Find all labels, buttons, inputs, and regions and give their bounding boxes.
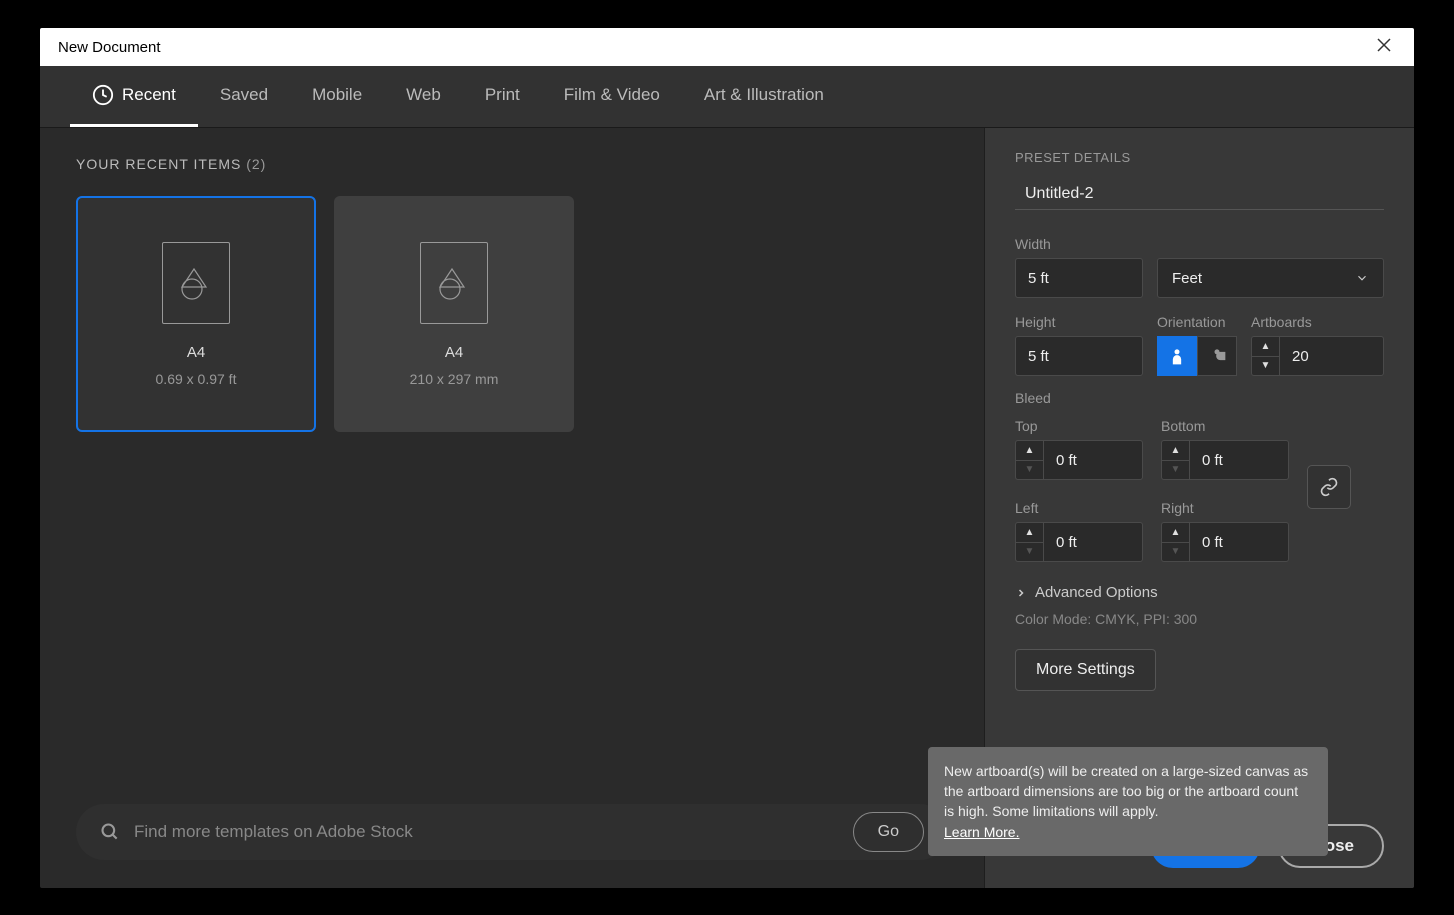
left-pane: YOUR RECENT ITEMS (2) A4 0.69 x 0.97 ft …: [40, 128, 984, 888]
close-icon[interactable]: [1372, 33, 1396, 62]
tab-recent[interactable]: Recent: [70, 66, 198, 127]
orientation-portrait-button[interactable]: [1157, 336, 1197, 376]
bleed-bottom-label: Bottom: [1161, 418, 1289, 434]
document-name-input[interactable]: [1015, 179, 1384, 210]
units-value: Feet: [1172, 270, 1202, 287]
template-search[interactable]: Find more templates on Adobe Stock Go: [76, 804, 948, 860]
window-title: New Document: [58, 39, 161, 56]
tab-mobile[interactable]: Mobile: [290, 66, 384, 127]
bleed-right-label: Right: [1161, 500, 1289, 516]
document-icon: [162, 242, 230, 324]
go-label: Go: [878, 823, 899, 841]
bleed-top-label: Top: [1015, 418, 1143, 434]
chevron-right-icon: [1015, 587, 1027, 599]
color-mode-info: Color Mode: CMYK, PPI: 300: [1015, 611, 1384, 627]
more-settings-button[interactable]: More Settings: [1015, 649, 1156, 691]
stepper-up-icon[interactable]: ▲: [1252, 337, 1279, 357]
preset-name: A4: [445, 344, 463, 361]
tab-art-illustration[interactable]: Art & Illustration: [682, 66, 846, 127]
advanced-label: Advanced Options: [1035, 584, 1158, 601]
artboards-input[interactable]: 20: [1279, 336, 1384, 376]
stepper-down-icon: ▼: [1162, 461, 1189, 480]
bleed-top-input[interactable]: ▲▼0 ft: [1015, 440, 1143, 480]
advanced-options-toggle[interactable]: Advanced Options: [1015, 584, 1384, 601]
width-label: Width: [1015, 236, 1384, 252]
link-icon: [1319, 477, 1339, 497]
tab-saved[interactable]: Saved: [198, 66, 290, 127]
width-input[interactable]: 5 ft: [1015, 258, 1143, 298]
tab-label: Recent: [122, 85, 176, 105]
recent-count: (2): [246, 156, 266, 172]
stepper-down-icon: ▼: [1016, 543, 1043, 562]
units-select[interactable]: Feet: [1157, 258, 1384, 298]
stepper-down-icon: ▼: [1162, 543, 1189, 562]
orientation-label: Orientation: [1157, 314, 1237, 330]
go-button[interactable]: Go: [853, 812, 924, 852]
stepper-up-icon[interactable]: ▲: [1016, 441, 1043, 461]
height-label: Height: [1015, 314, 1143, 330]
preset-card[interactable]: A4 210 x 297 mm: [334, 196, 574, 432]
tab-film-video[interactable]: Film & Video: [542, 66, 682, 127]
bleed-left-input[interactable]: ▲▼0 ft: [1015, 522, 1143, 562]
stepper-up-icon[interactable]: ▲: [1162, 523, 1189, 543]
recent-title-text: YOUR RECENT ITEMS: [76, 156, 241, 172]
tab-label: Mobile: [312, 85, 362, 105]
preset-grid: A4 0.69 x 0.97 ft A4 210 x 297 mm: [76, 196, 948, 432]
details-heading: PRESET DETAILS: [1015, 150, 1384, 165]
link-bleed-button[interactable]: [1307, 465, 1351, 509]
artboards-label: Artboards: [1251, 314, 1384, 330]
tab-web[interactable]: Web: [384, 66, 463, 127]
chevron-down-icon: [1355, 271, 1369, 285]
tab-label: Web: [406, 85, 441, 105]
search-placeholder: Find more templates on Adobe Stock: [134, 822, 413, 842]
bleed-label: Bleed: [1015, 390, 1384, 406]
learn-more-link[interactable]: Learn More.: [944, 824, 1019, 840]
bleed-bottom-input[interactable]: ▲▼0 ft: [1161, 440, 1289, 480]
preset-dimensions: 210 x 297 mm: [410, 371, 499, 387]
stepper-up-icon[interactable]: ▲: [1162, 441, 1189, 461]
preset-dimensions: 0.69 x 0.97 ft: [156, 371, 237, 387]
orientation-landscape-button[interactable]: [1197, 336, 1237, 376]
titlebar: New Document: [40, 28, 1414, 66]
document-icon: [420, 242, 488, 324]
tab-label: Film & Video: [564, 85, 660, 105]
tooltip-text: New artboard(s) will be created on a lar…: [944, 763, 1308, 820]
artboards-stepper[interactable]: ▲▼ 20: [1251, 336, 1384, 376]
recent-heading: YOUR RECENT ITEMS (2): [76, 156, 948, 172]
bleed-left-label: Left: [1015, 500, 1143, 516]
warning-tooltip: New artboard(s) will be created on a lar…: [928, 747, 1328, 856]
category-tabs: Recent Saved Mobile Web Print Film & Vid…: [40, 66, 1414, 128]
tab-label: Saved: [220, 85, 268, 105]
preset-card[interactable]: A4 0.69 x 0.97 ft: [76, 196, 316, 432]
search-icon: [100, 822, 120, 842]
tab-label: Print: [485, 85, 520, 105]
preset-name: A4: [187, 344, 205, 361]
stepper-down-icon[interactable]: ▼: [1252, 357, 1279, 376]
content: YOUR RECENT ITEMS (2) A4 0.69 x 0.97 ft …: [40, 128, 1414, 888]
stepper-down-icon: ▼: [1016, 461, 1043, 480]
stepper-up-icon[interactable]: ▲: [1016, 523, 1043, 543]
new-document-dialog: New Document Recent Saved Mobile Web Pri…: [40, 28, 1414, 888]
height-input[interactable]: 5 ft: [1015, 336, 1143, 376]
tab-label: Art & Illustration: [704, 85, 824, 105]
bleed-right-input[interactable]: ▲▼0 ft: [1161, 522, 1289, 562]
tab-print[interactable]: Print: [463, 66, 542, 127]
